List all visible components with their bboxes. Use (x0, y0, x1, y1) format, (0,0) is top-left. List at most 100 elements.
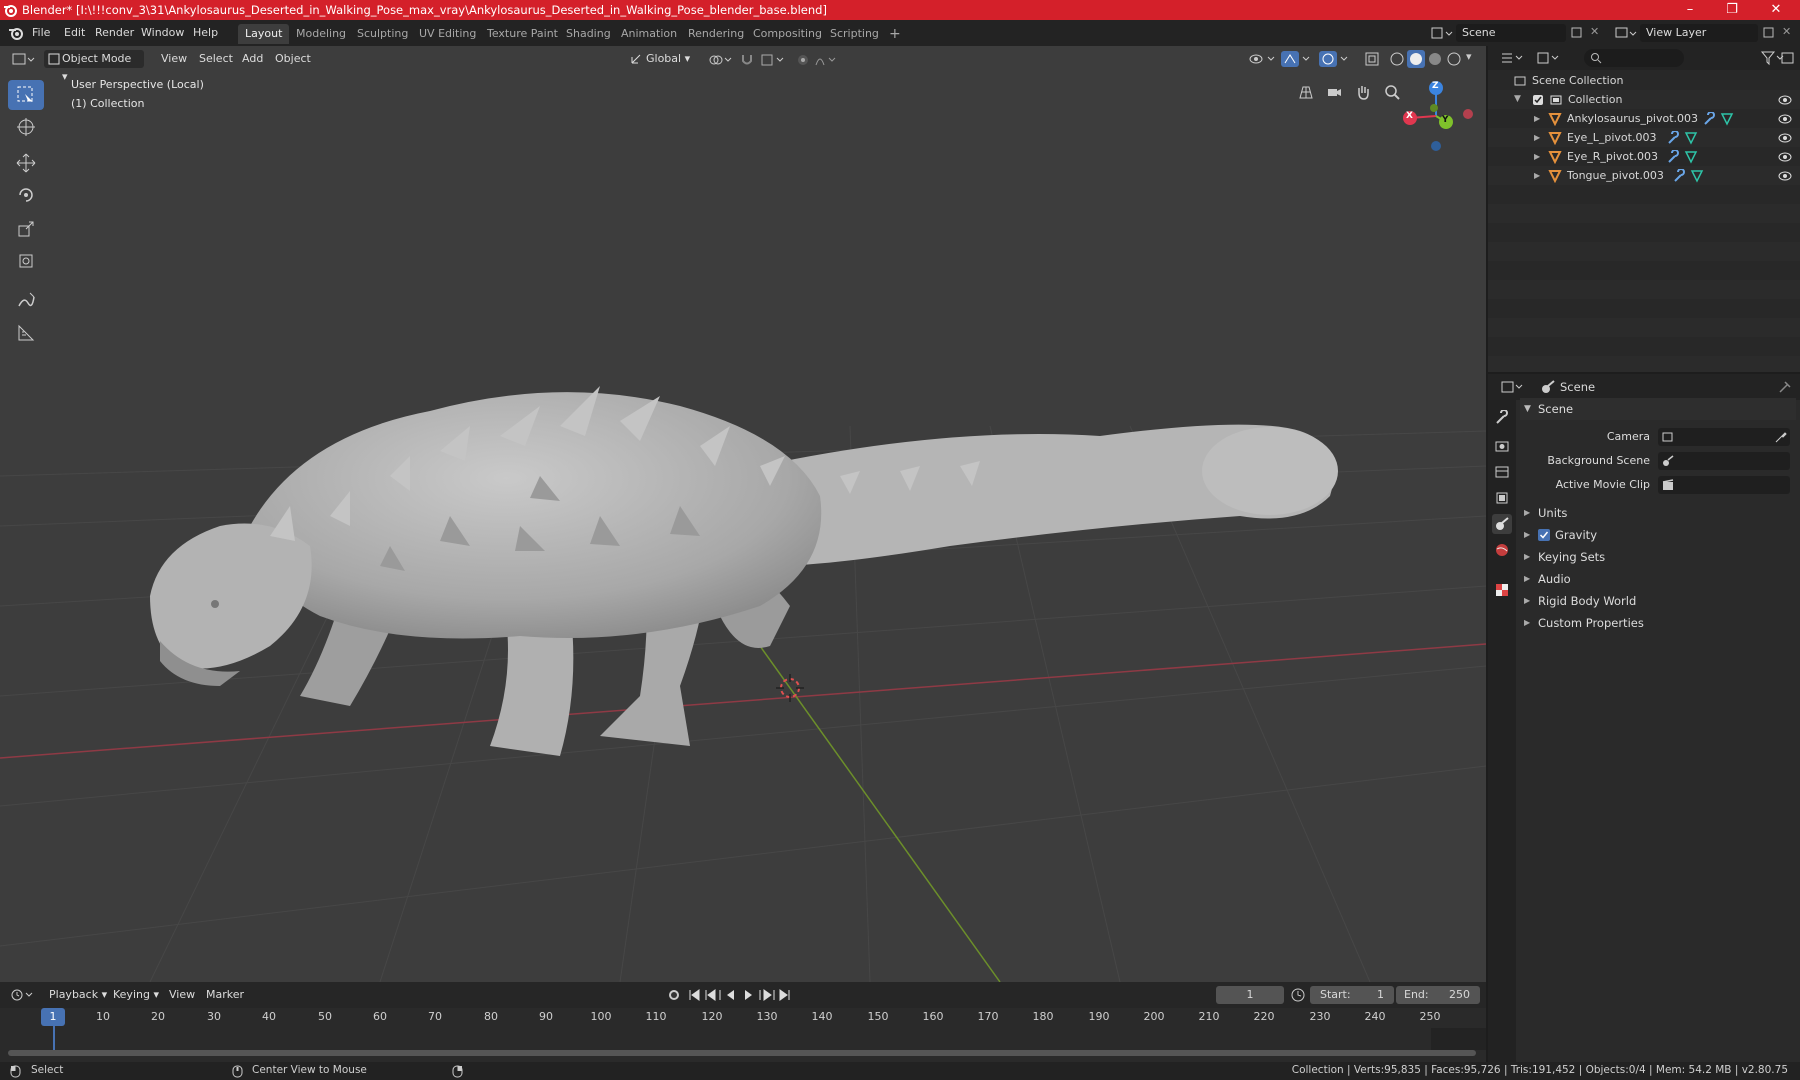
render-tab[interactable] (1492, 436, 1512, 456)
active-movie-clip-field[interactable] (1658, 476, 1790, 494)
eye-icon[interactable] (1778, 151, 1792, 163)
preview-range-clock-icon[interactable] (1290, 987, 1306, 1003)
mesh-data-icon[interactable] (1690, 169, 1704, 183)
timeline-menu-keying[interactable]: Keying ▾ (108, 986, 164, 1004)
eye-icon[interactable] (1778, 113, 1792, 125)
close-button[interactable]: ✕ (1756, 0, 1796, 20)
tab-animation[interactable]: Animation (614, 24, 684, 44)
remove-scene-icon[interactable]: ✕ (1590, 25, 1599, 38)
navigation-gizmo[interactable]: Z X Y (1396, 78, 1476, 154)
expand-arrow-icon[interactable]: ▶ (1524, 612, 1530, 634)
viewport-menu-object[interactable]: Object (270, 50, 316, 68)
start-frame-field[interactable]: Start: 1 (1310, 986, 1394, 1004)
copy-view-layer-icon[interactable] (1762, 26, 1776, 40)
select-box-tool[interactable] (8, 80, 44, 110)
gizmo-toggle-icon[interactable] (1280, 50, 1314, 68)
playback-controls[interactable] (688, 988, 792, 1002)
cursor-tool[interactable] (8, 112, 44, 142)
mesh-data-icon[interactable] (1720, 112, 1734, 126)
collapse-arrow-icon[interactable]: ▼ (1524, 398, 1531, 420)
viewport-menu-add[interactable]: Add (237, 50, 268, 68)
remove-view-layer-icon[interactable]: ✕ (1782, 25, 1791, 38)
tool-tab[interactable] (1492, 408, 1512, 428)
timeline-editor-icon[interactable] (10, 987, 36, 1003)
outliner-object-row[interactable]: ▶ Eye_R_pivot.003 (1488, 147, 1800, 166)
expand-arrow-icon[interactable]: ▶ (1524, 502, 1530, 524)
keying-sets-panel-header[interactable]: ▶ Keying Sets (1520, 546, 1796, 568)
timeline-scrollbar[interactable] (8, 1050, 1476, 1056)
mesh-data-icon[interactable] (1684, 131, 1698, 145)
outliner-object-row[interactable]: ▶ Tongue_pivot.003 (1488, 166, 1800, 185)
checkbox-checked-icon[interactable] (1532, 94, 1544, 106)
expand-arrow-icon[interactable]: ▶ (1534, 128, 1540, 147)
maximize-button[interactable]: ❐ (1712, 0, 1752, 20)
gravity-panel-header[interactable]: ▶ Gravity (1520, 524, 1796, 546)
tab-uv-editing[interactable]: UV Editing (412, 24, 483, 44)
3d-viewport[interactable] (0, 46, 1486, 982)
timeline-menu-view[interactable]: View (164, 986, 200, 1004)
modifier-wrench-icon[interactable] (1666, 150, 1680, 164)
scene-panel-header[interactable]: ▼ Scene (1520, 398, 1796, 420)
eyedropper-icon[interactable] (1774, 430, 1788, 444)
rigid-body-world-panel-header[interactable]: ▶ Rigid Body World (1520, 590, 1796, 612)
new-collection-icon[interactable] (1780, 50, 1796, 66)
proportional-edit-icon[interactable] (796, 53, 810, 67)
expand-arrow-icon[interactable]: ▶ (1524, 524, 1530, 546)
units-panel-header[interactable]: ▶ Units (1520, 502, 1796, 524)
view-layer-selector-icon[interactable] (1614, 25, 1638, 41)
texture-tab[interactable] (1492, 580, 1512, 600)
add-workspace-button[interactable]: + (882, 24, 908, 44)
camera-view-button[interactable] (1322, 80, 1346, 104)
tab-sculpting[interactable]: Sculpting (350, 24, 415, 44)
tab-shading[interactable]: Shading (559, 24, 618, 44)
outliner-object-row[interactable]: ▶ Eye_L_pivot.003 (1488, 128, 1800, 147)
tab-modeling[interactable]: Modeling (289, 24, 353, 44)
collapse-arrow-icon[interactable]: ▼ (1514, 90, 1521, 109)
scene-name-field[interactable]: Scene (1456, 24, 1566, 42)
end-frame-field[interactable]: End: 250 (1396, 986, 1480, 1004)
expand-arrow-icon[interactable]: ▶ (1534, 147, 1540, 166)
shading-options-chevron-icon[interactable]: ▾ (1466, 50, 1472, 63)
snap-target-icon[interactable] (760, 53, 788, 67)
world-tab[interactable] (1492, 540, 1512, 560)
playhead-frame-indicator[interactable]: 1 (41, 1008, 65, 1026)
copy-scene-icon[interactable] (1570, 26, 1584, 40)
timeline-menu-playback[interactable]: Playback ▾ (44, 986, 112, 1004)
minimize-button[interactable]: – (1670, 0, 1710, 20)
expand-arrow-icon[interactable]: ▶ (1534, 166, 1540, 185)
record-keyframe-icon[interactable] (666, 988, 682, 1002)
tab-layout[interactable]: Layout (238, 24, 290, 44)
eye-icon[interactable] (1778, 94, 1792, 106)
outliner-scene-collection-row[interactable]: Scene Collection (1488, 71, 1800, 90)
audio-panel-header[interactable]: ▶ Audio (1520, 568, 1796, 590)
display-mode-icon[interactable] (1536, 50, 1562, 66)
blender-menu-icon[interactable] (8, 26, 24, 40)
eye-icon[interactable] (1778, 132, 1792, 144)
tab-compositing[interactable]: Compositing (746, 24, 829, 44)
outliner-object-row[interactable]: ▶ Ankylosaurus_pivot.003 (1488, 109, 1800, 128)
falloff-icon[interactable] (814, 53, 840, 67)
pivot-point-icon[interactable] (708, 53, 734, 67)
eye-icon[interactable] (1778, 170, 1792, 182)
menu-file[interactable]: File (32, 26, 50, 39)
menu-window[interactable]: Window (141, 26, 184, 39)
gravity-checkbox-checked-icon[interactable] (1538, 529, 1550, 541)
rotate-tool[interactable] (8, 180, 44, 210)
modifier-wrench-icon[interactable] (1672, 169, 1686, 183)
tab-scripting[interactable]: Scripting (823, 24, 886, 44)
pin-icon[interactable] (1778, 380, 1792, 394)
view-layer-field[interactable]: View Layer (1640, 24, 1758, 42)
current-frame-field[interactable]: 1 (1216, 986, 1284, 1004)
overlays-icon[interactable] (1318, 50, 1352, 68)
transform-tool[interactable] (8, 246, 44, 276)
toggle-perspective-button[interactable] (1294, 80, 1318, 104)
annotate-tool[interactable] (8, 286, 44, 316)
custom-properties-panel-header[interactable]: ▶ Custom Properties (1520, 612, 1796, 634)
outliner-search-input[interactable] (1584, 49, 1684, 67)
expand-arrow-icon[interactable]: ▶ (1524, 590, 1530, 612)
expand-arrow-icon[interactable]: ▶ (1534, 109, 1540, 128)
output-tab[interactable] (1492, 462, 1512, 482)
menu-edit[interactable]: Edit (64, 26, 85, 39)
move-tool[interactable] (8, 148, 44, 178)
shading-mode-buttons[interactable] (1388, 50, 1466, 68)
